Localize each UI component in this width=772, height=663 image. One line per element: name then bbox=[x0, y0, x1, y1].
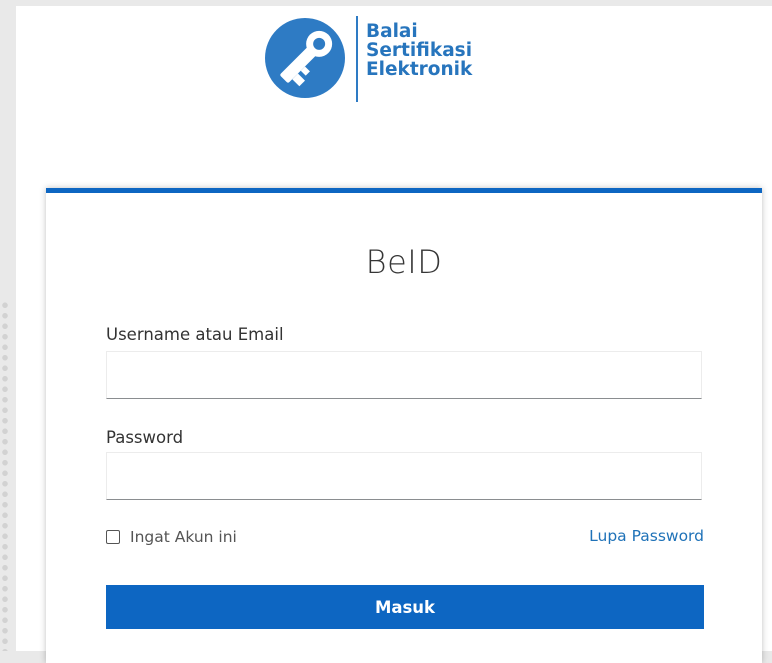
logo-line-3: Elektronik bbox=[366, 59, 473, 80]
password-field-wrapper bbox=[106, 452, 702, 500]
login-button[interactable]: Masuk bbox=[106, 585, 704, 629]
remember-checkbox[interactable] bbox=[106, 530, 120, 544]
logo-divider bbox=[356, 16, 358, 102]
password-input[interactable] bbox=[107, 453, 701, 499]
key-icon bbox=[265, 18, 345, 98]
page-title: BeID bbox=[365, 243, 443, 281]
logo-line-1: Balai bbox=[366, 21, 418, 42]
bse-logo: Balai Sertifikasi Elektronik bbox=[261, 14, 501, 104]
username-label: Username atau Email bbox=[106, 325, 284, 344]
login-card: BeID Username atau Email Password Ingat … bbox=[46, 188, 762, 663]
remember-me[interactable]: Ingat Akun ini bbox=[106, 528, 237, 546]
username-input[interactable] bbox=[107, 352, 701, 398]
decorative-dots bbox=[0, 300, 10, 651]
password-label: Password bbox=[106, 428, 184, 447]
logo-line-2: Sertifikasi bbox=[366, 40, 473, 61]
forgot-password-link[interactable]: Lupa Password bbox=[589, 527, 704, 545]
remember-label: Ingat Akun ini bbox=[130, 528, 237, 546]
username-field-wrapper bbox=[106, 351, 702, 399]
logo-text: Balai Sertifikasi Elektronik bbox=[366, 22, 472, 79]
